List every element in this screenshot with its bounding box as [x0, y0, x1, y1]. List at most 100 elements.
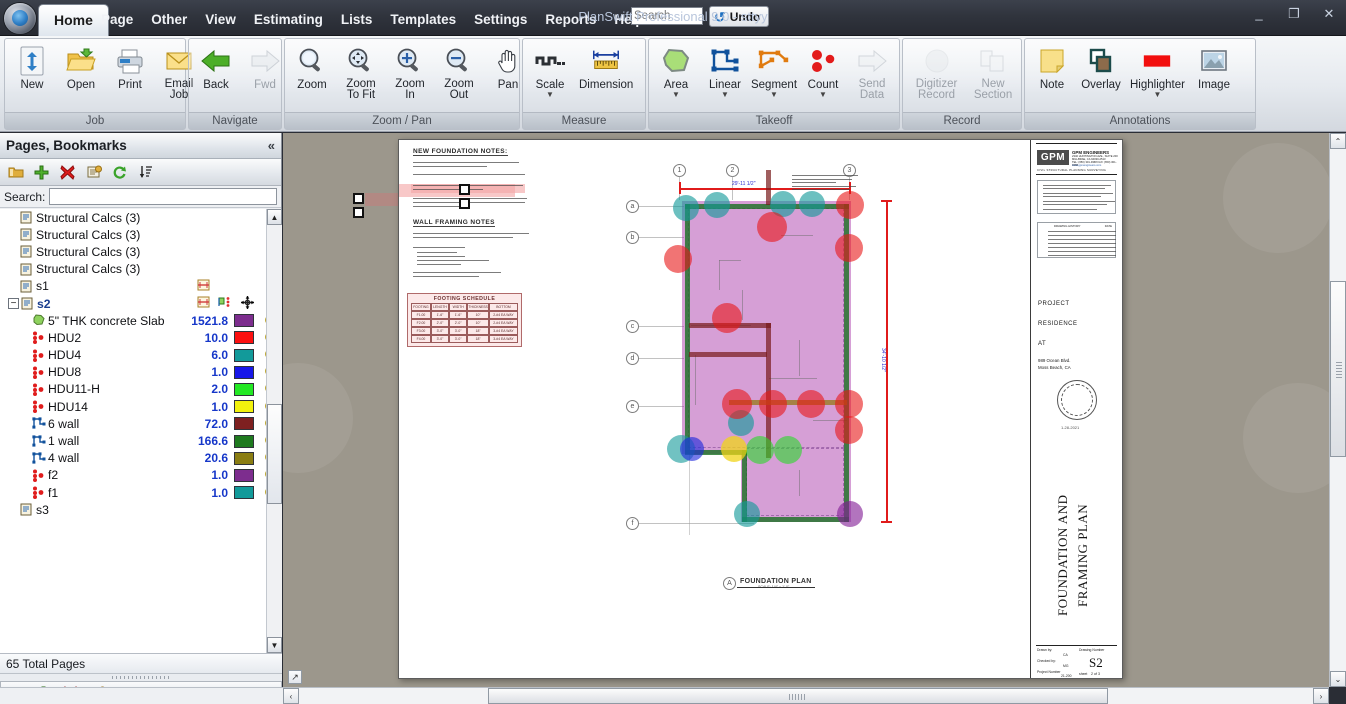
- canvas-horizontal-scrollbar[interactable]: ‹ ›: [283, 687, 1329, 704]
- tree-item[interactable]: 1 wall 166.6: [0, 432, 282, 449]
- tree-item[interactable]: HDU2 10.0: [0, 329, 282, 346]
- highlighter-button[interactable]: Highlighter ▼: [1126, 43, 1189, 100]
- overlay-checkbox-bottom[interactable]: [353, 207, 364, 218]
- takeoff-count-hdu2-1[interactable]: [757, 212, 787, 242]
- takeoff-count-hdu2-6[interactable]: [722, 389, 752, 419]
- tree-expander[interactable]: −: [8, 298, 19, 310]
- note-button[interactable]: Note: [1028, 43, 1076, 93]
- pages-bookmarks-tree[interactable]: Structural Calcs (3) Structural Calcs (3)…: [0, 209, 282, 654]
- canvas-vertical-scroll-thumb[interactable]: [1330, 281, 1346, 457]
- tree-item-color-swatch[interactable]: [234, 314, 254, 328]
- tree-item[interactable]: − s2: [0, 295, 282, 312]
- back-button[interactable]: Back: [192, 43, 240, 93]
- tree-scroll-thumb[interactable]: [267, 404, 282, 504]
- tree-scroll-down-button[interactable]: ▼: [267, 637, 282, 653]
- print-button[interactable]: Print: [106, 43, 154, 93]
- collapse-panel-icon[interactable]: «: [268, 138, 275, 153]
- note-checkbox-2[interactable]: [459, 198, 470, 209]
- takeoff-count-hdu14-1[interactable]: [721, 436, 747, 462]
- takeoff-count-hdu2-3[interactable]: [835, 234, 863, 262]
- area-dropdown-caret-icon[interactable]: ▼: [672, 91, 680, 99]
- canvas-scroll-right-button[interactable]: ›: [1313, 688, 1329, 704]
- overlay-checkbox-top[interactable]: [353, 193, 364, 204]
- delete-x-icon[interactable]: [59, 164, 76, 181]
- highlighter-dropdown-caret-icon[interactable]: ▼: [1154, 91, 1162, 99]
- drawing-canvas[interactable]: NEW FOUNDATION NOTES: WALL FRAMING NOTES: [283, 133, 1329, 704]
- undo-button[interactable]: ↺ Undo: [709, 6, 770, 27]
- tree-item-color-swatch[interactable]: [234, 400, 254, 414]
- tree-scroll-up-button[interactable]: ▲: [267, 209, 282, 225]
- new-job-button[interactable]: New: [8, 43, 56, 93]
- segment-takeoff-button[interactable]: Segment ▼: [750, 43, 798, 100]
- close-button[interactable]: ✕: [1318, 6, 1340, 22]
- takeoff-linear-1-wall-left[interactable]: [685, 204, 690, 454]
- tree-item[interactable]: Structural Calcs (3): [0, 226, 282, 243]
- count-takeoff-button[interactable]: Count ▼: [799, 43, 847, 100]
- tree-item[interactable]: 5" THK concrete Slab 1521.8: [0, 312, 282, 329]
- zoom-to-fit-button[interactable]: Zoom To Fit: [337, 43, 385, 103]
- folder-icon[interactable]: [7, 164, 24, 181]
- takeoff-count-hdu2-5[interactable]: [712, 303, 742, 333]
- search-input[interactable]: [631, 7, 703, 25]
- menu-item-estimating[interactable]: Estimating: [245, 8, 332, 31]
- menu-item-view[interactable]: View: [196, 8, 245, 31]
- dimension-button[interactable]: Dimension: [575, 43, 637, 93]
- takeoff-count-hdu11h-2[interactable]: [774, 436, 802, 464]
- canvas-scroll-up-button[interactable]: ⌃: [1330, 133, 1346, 149]
- note-checkbox-1[interactable]: [459, 184, 470, 195]
- canvas-scroll-down-button[interactable]: ⌄: [1330, 671, 1346, 687]
- menu-item-reports[interactable]: Reports: [536, 8, 605, 31]
- takeoff-count-hdu2-9[interactable]: [835, 390, 863, 418]
- tree-item[interactable]: HDU14 1.0: [0, 398, 282, 415]
- tree-item[interactable]: f2 1.0: [0, 467, 282, 484]
- sort-icon[interactable]: [137, 164, 154, 181]
- linear-dropdown-caret-icon[interactable]: ▼: [721, 91, 729, 99]
- tree-item-color-swatch[interactable]: [234, 348, 254, 362]
- tree-item-color-swatch[interactable]: [234, 382, 254, 396]
- takeoff-count-hdu2-2[interactable]: [836, 191, 864, 219]
- tree-item[interactable]: f1 1.0: [0, 484, 282, 501]
- zoom-button[interactable]: Zoom: [288, 43, 336, 93]
- tree-item[interactable]: s3: [0, 501, 282, 518]
- canvas-scroll-left-button[interactable]: ‹: [283, 688, 299, 704]
- canvas-horizontal-scroll-thumb[interactable]: [488, 688, 1108, 704]
- takeoff-count-hdu11h-1[interactable]: [746, 436, 774, 464]
- menu-item-templates[interactable]: Templates: [381, 8, 465, 31]
- tree-item[interactable]: Structural Calcs (3): [0, 209, 282, 226]
- minimize-button[interactable]: _: [1248, 6, 1270, 22]
- tree-item[interactable]: s1: [0, 278, 282, 295]
- canvas-resize-handle[interactable]: ↗: [288, 670, 302, 684]
- takeoff-count-hdu2-7[interactable]: [759, 390, 787, 418]
- takeoff-marker-icon[interactable]: [218, 296, 232, 311]
- segment-dropdown-caret-icon[interactable]: ▼: [770, 91, 778, 99]
- image-button[interactable]: Image: [1190, 43, 1238, 93]
- refresh-icon[interactable]: [111, 164, 128, 181]
- menu-item-page[interactable]: Page: [92, 8, 142, 31]
- takeoff-count-hdu8-1[interactable]: [680, 437, 704, 461]
- tree-item[interactable]: 6 wall 72.0: [0, 415, 282, 432]
- takeoff-count-hdu4-4[interactable]: [799, 191, 825, 217]
- tree-vertical-scrollbar[interactable]: ▲ ▼: [266, 209, 282, 653]
- restore-button[interactable]: ❐: [1283, 6, 1305, 22]
- open-job-button[interactable]: Open: [57, 43, 105, 93]
- tree-item[interactable]: Structural Calcs (3): [0, 261, 282, 278]
- page-marker-icon[interactable]: [197, 279, 210, 294]
- menu-item-lists[interactable]: Lists: [332, 8, 382, 31]
- tree-item-color-swatch[interactable]: [234, 417, 254, 431]
- zoom-in-button[interactable]: Zoom In: [386, 43, 434, 103]
- tree-item-color-swatch[interactable]: [234, 486, 254, 500]
- tree-item[interactable]: HDU11-H 2.0: [0, 381, 282, 398]
- linear-takeoff-button[interactable]: Linear ▼: [701, 43, 749, 100]
- scale-dropdown-caret-icon[interactable]: ▼: [546, 91, 554, 99]
- count-dropdown-caret-icon[interactable]: ▼: [819, 91, 827, 99]
- menu-item-other[interactable]: Other: [142, 8, 196, 31]
- takeoff-count-hdu2-8[interactable]: [797, 390, 825, 418]
- takeoff-count-hdu2-10[interactable]: [835, 416, 863, 444]
- application-orb-button[interactable]: [4, 3, 36, 34]
- zoom-out-button[interactable]: Zoom Out: [435, 43, 483, 103]
- drawing-sheet[interactable]: NEW FOUNDATION NOTES: WALL FRAMING NOTES: [398, 139, 1123, 679]
- add-plus-icon[interactable]: [33, 164, 50, 181]
- tree-item-color-swatch[interactable]: [234, 365, 254, 379]
- overlay-button[interactable]: Overlay: [1077, 43, 1125, 93]
- tree-item-color-swatch[interactable]: [234, 451, 254, 465]
